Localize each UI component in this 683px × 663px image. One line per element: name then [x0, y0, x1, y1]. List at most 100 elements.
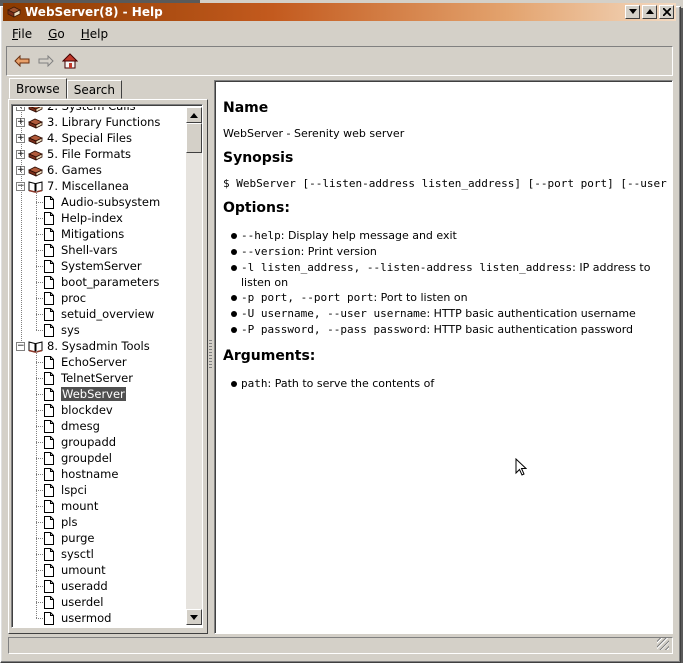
- menu-file[interactable]: File: [3, 27, 39, 41]
- tree-item[interactable]: groupdel: [44, 450, 112, 466]
- maximize-button[interactable]: [642, 5, 657, 19]
- tree-line: [36, 298, 43, 299]
- option-description: : Print version: [300, 245, 377, 258]
- tree-item[interactable]: Mitigations: [44, 226, 124, 242]
- tree-item[interactable]: Audio-subsystem: [44, 194, 160, 210]
- bullet-icon: [231, 327, 237, 333]
- page-icon: [44, 499, 54, 513]
- tree-item-label: Mitigations: [61, 227, 125, 241]
- tree-line: [36, 190, 37, 330]
- tab-browse[interactable]: Browse: [9, 78, 67, 99]
- page-icon: [44, 227, 54, 241]
- tree-item[interactable]: lspci: [44, 482, 87, 498]
- scroll-down-button[interactable]: [186, 609, 202, 625]
- option-flag: --version: [241, 245, 301, 258]
- menu-help[interactable]: Help: [72, 27, 115, 41]
- tree-item[interactable]: mount: [44, 498, 98, 514]
- option-description: : HTTP basic authentication username: [426, 307, 636, 320]
- forward-button[interactable]: [37, 52, 55, 70]
- option-description: : HTTP basic authentication password: [426, 323, 634, 336]
- page-icon: [44, 595, 54, 609]
- tree-line: [36, 218, 43, 219]
- tree-section[interactable]: +2. System Calls: [16, 107, 136, 114]
- page-icon: [44, 275, 54, 289]
- tree-line: [36, 506, 43, 507]
- tree-item[interactable]: boot_parameters: [44, 274, 159, 290]
- scroll-up-button[interactable]: [186, 107, 202, 123]
- tree-line: [36, 394, 43, 395]
- tree-item[interactable]: userdel: [44, 594, 103, 610]
- tree-section[interactable]: +6. Games: [16, 162, 102, 178]
- tree-section-label: 2. System Calls: [47, 107, 136, 113]
- minimize-button[interactable]: [625, 5, 640, 19]
- menu-file-label: ile: [18, 27, 33, 41]
- tree-item[interactable]: hostname: [44, 466, 118, 482]
- tree-item[interactable]: umount: [44, 562, 106, 578]
- tab-search[interactable]: Search: [66, 80, 122, 99]
- page-icon: [44, 307, 54, 321]
- close-button[interactable]: [659, 5, 674, 19]
- tree-item[interactable]: pls: [44, 514, 78, 530]
- tree-item-label: Audio-subsystem: [61, 195, 161, 209]
- resize-grip[interactable]: [657, 638, 669, 650]
- tree-line: [21, 107, 22, 341]
- tree-item[interactable]: purge: [44, 530, 95, 546]
- tree-item-label: setuid_overview: [61, 307, 155, 321]
- tree-line: [36, 570, 43, 571]
- tree-view[interactable]: +2. System Calls+3. Library Functions+4.…: [11, 104, 203, 628]
- home-button[interactable]: [61, 52, 79, 70]
- bullet-icon: [231, 233, 237, 239]
- page-icon: [44, 243, 54, 257]
- menu-help-label: elp: [89, 27, 109, 41]
- options-heading: Options:: [223, 200, 290, 216]
- tree-item[interactable]: WebServer: [44, 386, 126, 402]
- mouse-pointer-icon: [515, 458, 527, 476]
- document-view[interactable]: Name WebServer - Serenity web server Syn…: [214, 80, 673, 634]
- page-icon: [44, 403, 54, 417]
- menu-go-accel: G: [48, 27, 58, 41]
- tree-scrollbar[interactable]: [186, 107, 202, 625]
- page-icon: [44, 483, 54, 497]
- collapse-toggle[interactable]: −: [16, 341, 25, 351]
- bullet-icon: [231, 381, 237, 387]
- tree-item[interactable]: Shell-vars: [44, 242, 117, 258]
- tree-item[interactable]: Help-index: [44, 210, 123, 226]
- option-description: : Port to listen on: [373, 291, 468, 304]
- tree-item-label: boot_parameters: [61, 275, 160, 289]
- tree-item[interactable]: proc: [44, 290, 86, 306]
- window-title: WebServer(8) - Help: [25, 5, 163, 19]
- tree-line: [36, 234, 43, 235]
- scroll-thumb[interactable]: [186, 123, 202, 153]
- menu-go[interactable]: Go: [39, 27, 72, 41]
- back-button[interactable]: [13, 52, 31, 70]
- splitter-grip[interactable]: [209, 340, 212, 370]
- tree-item[interactable]: sysctl: [44, 546, 94, 562]
- tree-item[interactable]: EchoServer: [44, 354, 127, 370]
- tree-item-label: EchoServer: [61, 355, 127, 369]
- close-icon: [662, 8, 671, 16]
- bullet-icon: [231, 265, 237, 271]
- tree-item[interactable]: groupadd: [44, 434, 116, 450]
- tree-item-label: TelnetServer: [61, 371, 133, 385]
- tree-item[interactable]: TelnetServer: [44, 370, 133, 386]
- tree-item[interactable]: sys: [44, 322, 80, 338]
- tree-item[interactable]: usermod: [44, 610, 111, 625]
- title-bar[interactable]: WebServer(8) - Help: [3, 3, 676, 21]
- tree-item[interactable]: setuid_overview: [44, 306, 154, 322]
- tree-line: [36, 266, 43, 267]
- tree-item-label: useradd: [61, 579, 108, 593]
- tree-item[interactable]: blockdev: [44, 402, 113, 418]
- tree-section[interactable]: +3. Library Functions: [16, 114, 160, 130]
- tree-section[interactable]: −7. Miscellanea: [16, 178, 129, 194]
- closed-book-icon: [28, 150, 43, 161]
- tree-section[interactable]: +4. Special Files: [16, 130, 132, 146]
- closed-book-icon: [28, 166, 43, 177]
- tree-item[interactable]: SystemServer: [44, 258, 142, 274]
- page-icon: [44, 259, 54, 273]
- tree-section[interactable]: +5. File Formats: [16, 146, 131, 162]
- synopsis-text: $ WebServer [--listen-address listen_add…: [223, 177, 672, 190]
- option-description: : Path to serve the contents of: [267, 377, 435, 390]
- tree-item[interactable]: dmesg: [44, 418, 100, 434]
- tree-item[interactable]: useradd: [44, 578, 108, 594]
- tree-line: [36, 442, 43, 443]
